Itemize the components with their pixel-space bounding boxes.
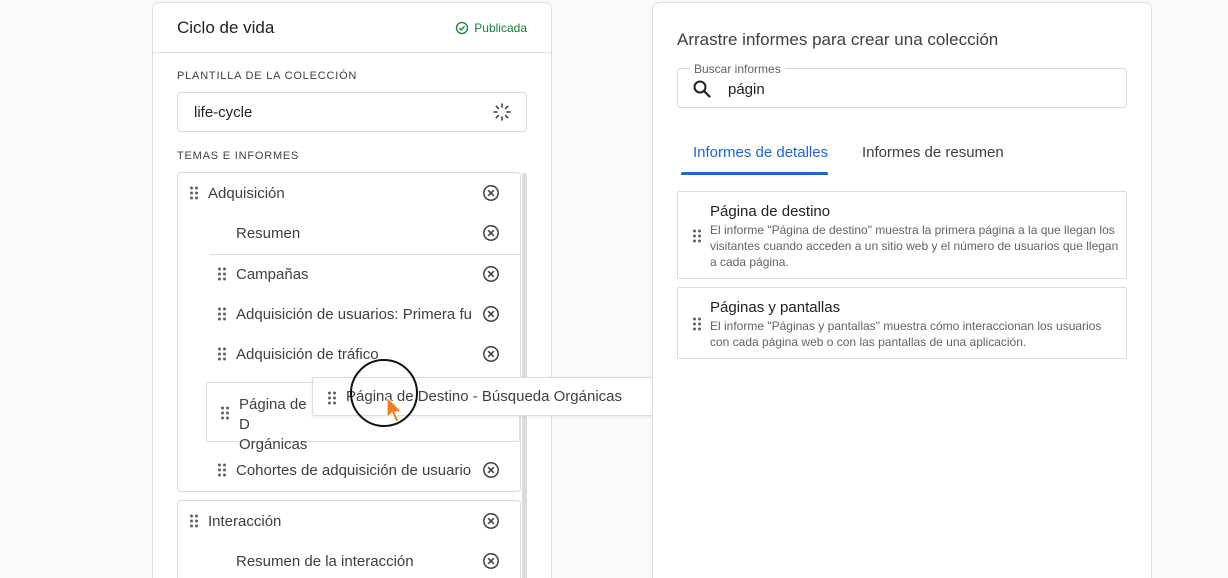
topic-group-adquisicion: Adquisición Resumen Campañas Adquisición… bbox=[177, 172, 521, 492]
active-tab-indicator bbox=[681, 172, 828, 175]
placeholder-label: Página de D Orgánicas bbox=[239, 396, 308, 453]
drag-handle-icon[interactable] bbox=[692, 317, 702, 331]
report-name: Resumen de la interacción bbox=[236, 552, 414, 570]
drag-handle-icon[interactable] bbox=[189, 186, 199, 200]
topic-name: Interacción bbox=[208, 512, 282, 530]
remove-circle-icon[interactable] bbox=[482, 224, 500, 242]
report-name: Resumen bbox=[236, 224, 301, 242]
remove-circle-icon[interactable] bbox=[482, 345, 500, 363]
template-section-label: PLANTILLA DE LA COLECCIÓN bbox=[177, 70, 358, 82]
tab-summary-reports[interactable]: Informes de resumen bbox=[862, 144, 1004, 161]
status-label: Publicada bbox=[474, 20, 527, 35]
collection-header: Ciclo de vida Publicada bbox=[153, 3, 551, 53]
topic-group-interaccion: Interacción Resumen de la interacción bbox=[177, 500, 521, 578]
report-result-description: El informe "Páginas y pantallas" muestra… bbox=[710, 319, 1102, 349]
report-row[interactable]: Adquisición de usuarios: Primera fu bbox=[178, 294, 520, 334]
remove-circle-icon[interactable] bbox=[482, 265, 500, 283]
remove-circle-icon[interactable] bbox=[482, 184, 500, 202]
drag-handle-icon[interactable] bbox=[327, 391, 337, 405]
template-value: life-cycle bbox=[194, 103, 253, 121]
report-name: Campañas bbox=[236, 265, 309, 283]
report-row[interactable]: Campañas bbox=[178, 254, 520, 294]
report-result-title: Páginas y pantallas bbox=[710, 299, 841, 316]
topic-row[interactable]: Adquisición bbox=[178, 173, 520, 213]
report-row[interactable]: Resumen de la interacción bbox=[178, 541, 520, 578]
template-field[interactable]: life-cycle bbox=[177, 92, 527, 132]
report-name: Cohortes de adquisición de usuario bbox=[236, 461, 472, 479]
report-result-card[interactable]: Páginas y pantallas El informe "Páginas … bbox=[677, 287, 1127, 359]
mouse-cursor-icon bbox=[386, 396, 404, 423]
drag-handle-icon[interactable] bbox=[217, 463, 227, 477]
report-name: Adquisición de tráfico bbox=[236, 345, 379, 363]
list-scrollbar[interactable] bbox=[522, 173, 527, 578]
report-result-card[interactable]: Página de destino El informe "Página de … bbox=[677, 191, 1127, 279]
remove-circle-icon[interactable] bbox=[482, 305, 500, 323]
search-input-value: págin bbox=[728, 81, 765, 98]
topic-name: Adquisición bbox=[208, 184, 285, 202]
library-title: Arrastre informes para crear una colecci… bbox=[677, 30, 999, 49]
remove-circle-icon[interactable] bbox=[482, 512, 500, 530]
drag-handle-icon bbox=[221, 406, 229, 420]
report-row[interactable]: Resumen bbox=[178, 213, 520, 253]
tab-detail-reports[interactable]: Informes de detalles bbox=[693, 144, 828, 161]
report-name: Adquisición de usuarios: Primera fu bbox=[236, 305, 472, 323]
drag-handle-icon[interactable] bbox=[217, 267, 227, 281]
collection-title: Ciclo de vida bbox=[177, 17, 275, 37]
report-result-title: Página de destino bbox=[710, 203, 831, 220]
remove-circle-icon[interactable] bbox=[482, 552, 500, 570]
remove-circle-icon[interactable] bbox=[482, 461, 500, 479]
drag-handle-icon[interactable] bbox=[217, 307, 227, 321]
report-row[interactable]: Cohortes de adquisición de usuario bbox=[178, 450, 520, 490]
report-row[interactable]: Adquisición de tráfico bbox=[178, 334, 520, 374]
collection-editor-panel: Ciclo de vida Publicada PLANTILLA DE LA … bbox=[152, 2, 552, 578]
status-badge: Publicada bbox=[455, 21, 527, 35]
report-result-description: El informe "Página de destino" muestra l… bbox=[710, 223, 1119, 269]
report-search-field[interactable]: Buscar informes págin bbox=[677, 62, 1127, 108]
drag-handle-icon[interactable] bbox=[217, 347, 227, 361]
search-field-label: Buscar informes bbox=[690, 62, 785, 76]
check-circle-icon bbox=[456, 21, 469, 34]
drag-handle-icon[interactable] bbox=[189, 514, 199, 528]
topic-row[interactable]: Interacción bbox=[178, 501, 520, 541]
search-icon bbox=[693, 80, 711, 98]
drag-handle-icon[interactable] bbox=[692, 229, 702, 243]
loading-spinner-icon bbox=[493, 103, 511, 121]
report-library-panel: Arrastre informes para crear una colecci… bbox=[652, 2, 1152, 578]
topics-section-label: TEMAS E INFORMES bbox=[177, 150, 300, 162]
